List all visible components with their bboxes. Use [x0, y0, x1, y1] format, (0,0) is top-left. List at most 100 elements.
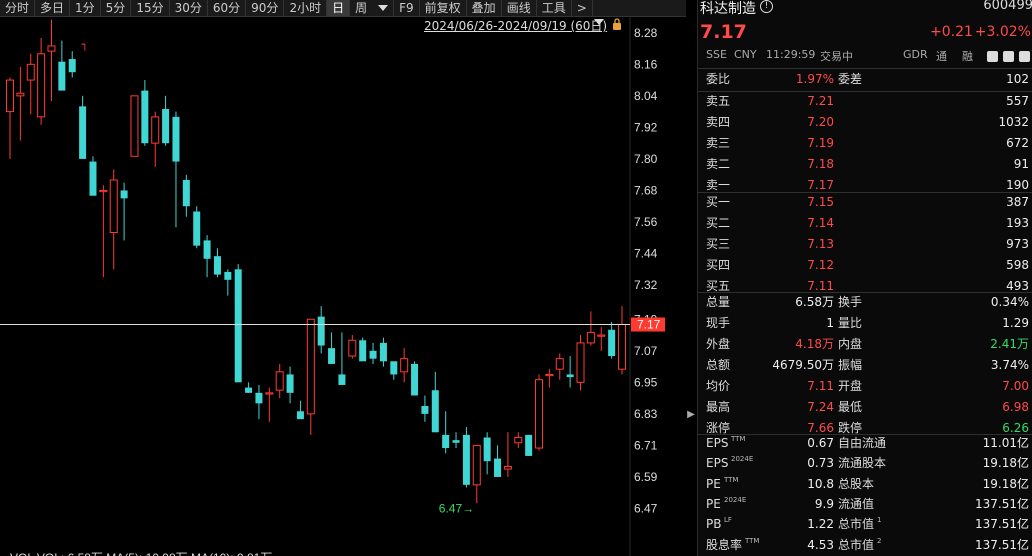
period-tab-label: 工具 [541, 1, 566, 15]
period-tab[interactable]: 1分 [70, 0, 101, 16]
add-icon[interactable] [1019, 51, 1030, 62]
bid-label: 买一 [706, 195, 731, 209]
stat-value: 3.74% [990, 358, 1029, 372]
ask-price: 7.19 [807, 136, 834, 150]
period-tab[interactable]: 5分 [101, 0, 132, 16]
candle-body [494, 458, 502, 477]
candle-body [618, 324, 626, 370]
ask-row: 卖四 7.20 1032 [698, 112, 1032, 132]
metric-value: 0.67 [807, 436, 834, 450]
ask-row: 卖五 7.21 557 [698, 91, 1032, 111]
period-tab[interactable]: 周 [350, 0, 395, 16]
candle-body [525, 434, 533, 456]
stat-label: 外盘 [706, 337, 731, 351]
period-tab[interactable]: 日 [327, 0, 351, 16]
metric-value: 137.51亿 [975, 537, 1029, 552]
candle-body [16, 92, 25, 97]
metric-value: 11.01亿 [982, 436, 1029, 450]
edit-icon[interactable] [987, 51, 998, 62]
period-tab[interactable]: 画线 [502, 0, 537, 16]
candlestick-chart: 8.288.168.047.927.807.687.567.447.327.19… [0, 17, 665, 556]
collapse-arrow-icon[interactable]: ▶ [686, 400, 696, 430]
candle-body [306, 318, 315, 415]
period-tab[interactable]: 2小时 [284, 0, 328, 16]
candle-body [255, 392, 263, 404]
chevron-down-icon[interactable] [378, 5, 389, 11]
period-tab[interactable]: 叠加 [467, 0, 502, 16]
info-icon[interactable]: ! [760, 0, 773, 13]
stat-label: 最高 [706, 400, 731, 414]
ratio-label: 委比 [706, 72, 731, 86]
metric-value: 4.53 [807, 537, 834, 552]
high-price-marker: ┐ [81, 38, 88, 51]
period-tab[interactable]: > [572, 0, 593, 16]
candle-body [193, 211, 201, 246]
metric-value: 9.9 [814, 496, 834, 511]
candle-body [224, 271, 232, 280]
tag-gdr: GDR [903, 48, 928, 61]
period-tab[interactable]: 前复权 [420, 0, 467, 16]
period-tab[interactable]: 60分 [208, 0, 247, 16]
y-tick-label: 7.44 [634, 247, 658, 261]
metric-label: 流通值 [838, 496, 875, 511]
ask-volume: 1032 [998, 115, 1029, 129]
period-tab[interactable]: 工具 [537, 0, 572, 16]
fundamental-row: PE 2024E 9.9 流通值 137.51亿 [698, 494, 1032, 514]
candle-body [26, 63, 35, 81]
candle-body [514, 437, 523, 444]
bid-row: 买三 7.13 973 [698, 234, 1032, 254]
period-tab[interactable]: 分时 [0, 0, 36, 16]
y-tick-label: 6.95 [634, 375, 658, 389]
candle-body [379, 342, 387, 362]
lock-icon[interactable] [612, 18, 622, 30]
stat-value: 4679.50万 [772, 358, 834, 372]
metric-value: 137.51亿 [975, 496, 1029, 511]
metric-value: 0.73 [807, 456, 834, 471]
period-tab[interactable]: F9 [394, 0, 420, 16]
stat-row: 现手 1 量比 1.29 [698, 313, 1032, 333]
ask-label: 卖五 [706, 94, 731, 108]
y-tick-label: 7.80 [634, 152, 658, 166]
price-change: +0.21 [930, 24, 973, 40]
metric-value: 19.18亿 [982, 456, 1029, 471]
stat-label: 总额 [706, 358, 731, 372]
candle-body [58, 61, 66, 91]
pen-icon[interactable] [1003, 51, 1014, 62]
candle-body [182, 179, 190, 207]
candle-body [566, 374, 574, 378]
period-tab[interactable]: 90分 [246, 0, 285, 16]
diff-value: 102 [1006, 72, 1029, 86]
stat-label: 内盘 [838, 337, 863, 351]
ask-volume: 91 [1013, 157, 1029, 171]
quote-panel: 科达制造 ! 600499 7.17 +0.21 +3.02% SSE CNY … [697, 0, 1032, 556]
candle-body [555, 358, 564, 370]
bid-price: 7.13 [807, 237, 834, 251]
period-tab[interactable]: 30分 [170, 0, 208, 16]
metric-label: 总市值 [838, 537, 875, 552]
chevron-down-icon[interactable] [594, 19, 604, 25]
bid-volume: 387 [1006, 195, 1029, 209]
stat-label: 振幅 [838, 358, 863, 372]
candle-body [79, 106, 87, 159]
period-tab[interactable]: 15分 [131, 0, 170, 16]
candle-body [37, 53, 46, 118]
bid-label: 买三 [706, 237, 731, 251]
metric-label: 总股本 [838, 476, 875, 491]
period-tab-label: 30分 [174, 1, 202, 15]
currency: CNY [734, 48, 757, 61]
metric-label: 股息率 [706, 537, 743, 552]
bid-label: 买二 [706, 216, 731, 230]
candle-body [47, 45, 56, 52]
candle-body [359, 340, 367, 362]
candle-body [234, 269, 242, 383]
y-tick-label: 6.59 [634, 470, 658, 484]
candle-body [203, 240, 211, 259]
ratio-value: 1.97% [795, 72, 834, 86]
period-tab[interactable]: 多日 [35, 0, 71, 16]
period-tab-label: 叠加 [471, 1, 496, 15]
stat-row: 总量 6.58万 换手 0.34% [698, 292, 1032, 312]
candle-body [576, 342, 585, 383]
date-range-selector[interactable]: 2024/06/26-2024/09/19 (60日) [424, 17, 607, 34]
ask-row: 卖二 7.18 91 [698, 154, 1032, 174]
metric-label: 自由流通 [838, 436, 887, 450]
